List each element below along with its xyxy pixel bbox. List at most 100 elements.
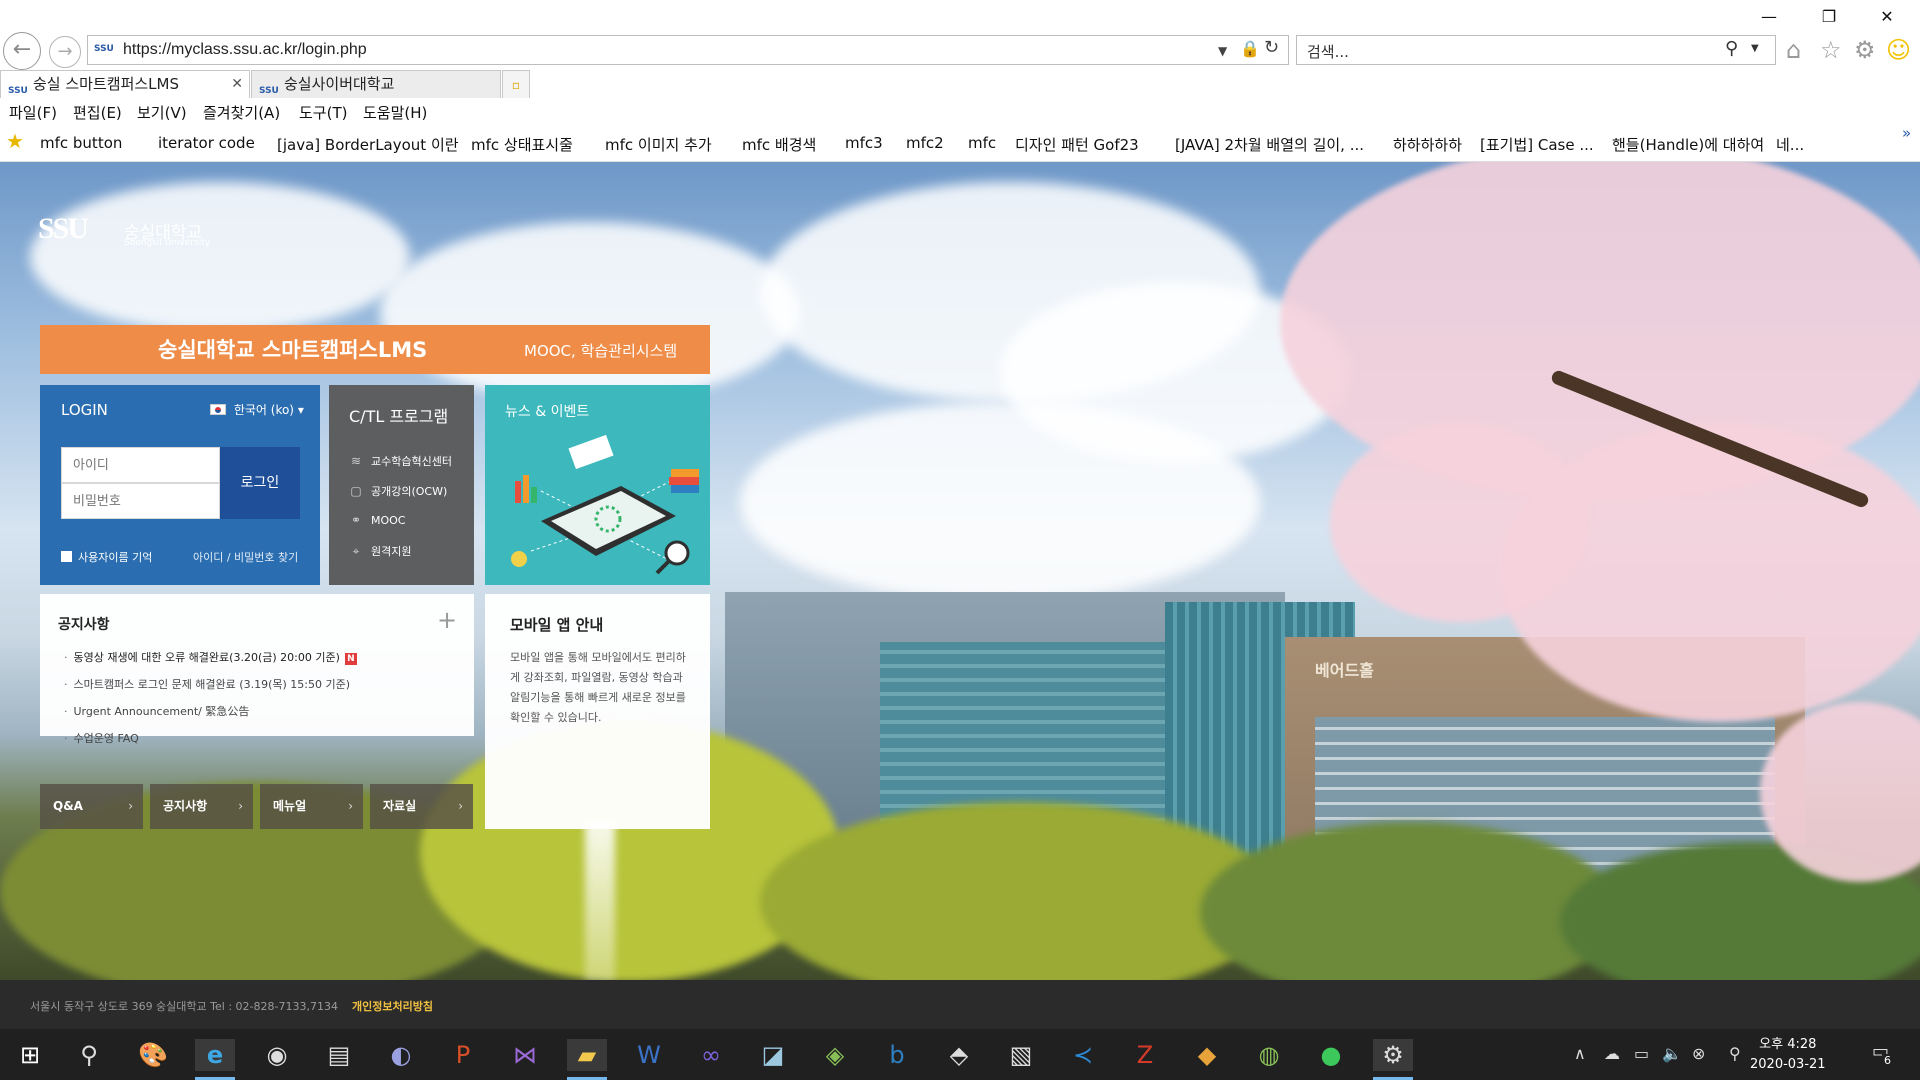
restore-button[interactable]: ❐ <box>1806 6 1852 28</box>
notice-item[interactable]: · 수업운영 FAQ <box>64 730 139 746</box>
internet-explorer-icon[interactable]: e <box>195 1039 235 1080</box>
fav-item[interactable]: mfc button <box>40 134 122 152</box>
notes-app-icon[interactable]: ◪ <box>753 1039 793 1071</box>
password-input[interactable] <box>61 483 220 519</box>
tab-lms[interactable]: SSU 숭실 스마트캠퍼스LMS ✕ <box>0 70 250 98</box>
menu-help[interactable]: 도움말(H) <box>363 102 427 123</box>
qna-button[interactable]: Q&A › <box>40 784 143 829</box>
input-method-icon[interactable]: ⚲ <box>1729 1044 1741 1063</box>
tab-cyber[interactable]: SSU 숭실사이버대학교 <box>251 70 501 98</box>
fav-item[interactable]: [java] BorderLayout 이란 <box>277 134 459 155</box>
privacy-policy-link[interactable]: 개인정보처리방침 <box>352 998 433 1014</box>
tablet-illustration <box>511 434 699 575</box>
minimize-button[interactable]: — <box>1746 6 1792 28</box>
turtle-app-icon[interactable]: ◍ <box>1249 1039 1289 1071</box>
news-events-panel[interactable]: 뉴스 & 이벤트 <box>485 385 710 585</box>
settings-app-icon[interactable]: ⚙ <box>1373 1039 1413 1080</box>
cloud-icon[interactable]: ☁ <box>1604 1044 1620 1063</box>
battery-icon[interactable]: ▭ <box>1634 1044 1649 1063</box>
dropdown-arrow-icon[interactable]: ▼ <box>1218 44 1227 58</box>
fav-item[interactable]: 핸들(Handle)에 대하여 <box>1612 134 1764 155</box>
fav-item[interactable]: iterator code <box>158 134 255 152</box>
language-select[interactable]: 한국어 (ko) ▾ <box>210 401 304 418</box>
ctl-item-center[interactable]: ≋ 교수학습혁신센터 <box>349 453 452 469</box>
search-icon[interactable]: ⚲ <box>1725 38 1738 59</box>
home-icon[interactable]: ⌂ <box>1786 36 1801 64</box>
fav-item[interactable]: mfc2 <box>906 134 944 152</box>
archive-button[interactable]: 자료실 › <box>370 784 473 829</box>
mobile-app-panel[interactable]: 모바일 앱 안내 모바일 앱을 통해 모바일에서도 편리하게 강좌조회, 파일열… <box>485 594 710 829</box>
find-account-link[interactable]: 아이디 / 비밀번호 찾기 <box>193 549 298 565</box>
forward-button[interactable]: → <box>49 36 81 68</box>
settings-gear-icon[interactable]: ⚙ <box>1854 36 1876 64</box>
manual-button[interactable]: 메뉴얼 › <box>260 784 363 829</box>
tab-close-icon[interactable]: ✕ <box>231 71 243 97</box>
fav-item[interactable]: 디자인 패턴 Gof23 <box>1015 134 1139 155</box>
menu-file[interactable]: 파일(F) <box>9 102 57 123</box>
fav-item[interactable]: mfc 상태표시줄 <box>471 134 573 155</box>
volume-icon[interactable]: 🔈 <box>1662 1044 1682 1063</box>
search-dropdown-icon[interactable]: ▼ <box>1751 43 1759 54</box>
arduino-icon[interactable]: ∞ <box>691 1039 731 1071</box>
chevron-up-icon[interactable]: ∧ <box>1574 1044 1586 1063</box>
favorites-star-icon[interactable]: ★ <box>6 129 24 153</box>
start-windows-icon[interactable]: ⊞ <box>10 1039 50 1071</box>
file-explorer-icon[interactable]: ▰ <box>567 1039 607 1080</box>
smiley-feedback-icon[interactable]: ☺ <box>1886 36 1911 64</box>
fav-item[interactable]: 네... <box>1776 134 1804 155</box>
menu-view[interactable]: 보기(V) <box>137 102 187 123</box>
menu-favorites[interactable]: 즐겨찾기(A) <box>203 102 280 123</box>
fav-item[interactable]: 하하하하하 <box>1393 134 1462 155</box>
search-input[interactable]: 검색... <box>1307 41 1349 62</box>
document-app-icon[interactable]: ▧ <box>1001 1039 1041 1071</box>
search-icon[interactable]: ⚲ <box>69 1039 109 1071</box>
login-button[interactable]: 로그인 <box>220 447 300 519</box>
more-favorites-icon[interactable]: » <box>1902 124 1911 142</box>
username-input[interactable] <box>61 447 220 483</box>
filezilla-icon[interactable]: Z <box>1125 1039 1165 1071</box>
notice-item[interactable]: · 동영상 재생에 대한 오류 해결완료(3.20(금) 20:00 기준) N <box>64 649 357 665</box>
fav-item[interactable]: mfc <box>968 134 996 152</box>
menu-tools[interactable]: 도구(T) <box>299 102 347 123</box>
fav-item[interactable]: [표기법] Case ... <box>1480 134 1594 155</box>
checkbox-icon[interactable] <box>61 551 72 562</box>
git-icon[interactable]: ◆ <box>1187 1039 1227 1071</box>
android-studio-icon[interactable]: ◈ <box>815 1039 855 1071</box>
new-tab-button[interactable]: ▫ <box>502 70 530 98</box>
ctl-item-mooc[interactable]: ⚭ MOOC <box>349 513 406 527</box>
vscode-icon[interactable]: ≺ <box>1063 1039 1103 1071</box>
fav-item[interactable]: mfc 이미지 추가 <box>605 134 712 155</box>
lock-icon[interactable]: 🔒 <box>1240 39 1260 58</box>
notice-button[interactable]: 공지사항 › <box>150 784 253 829</box>
taskbar-clock[interactable]: 오후 4:28 2020-03-21 <box>1750 1035 1826 1075</box>
word-icon[interactable]: W <box>629 1039 669 1071</box>
ctl-item-ocw[interactable]: ▢ 공개강의(OCW) <box>349 483 447 499</box>
plus-icon[interactable]: + <box>437 606 457 634</box>
fav-item[interactable]: [JAVA] 2차월 배열의 길이, ... <box>1175 134 1364 155</box>
notice-item[interactable]: · 스마트캠퍼스 로그인 문제 해결완료 (3.19(목) 15:50 기준) <box>64 676 350 692</box>
refresh-icon[interactable]: ↻ <box>1264 37 1279 58</box>
powerpoint-icon[interactable]: P <box>443 1039 483 1071</box>
back-button[interactable]: ← <box>3 32 41 70</box>
visual-studio-icon[interactable]: ⋈ <box>505 1039 545 1071</box>
green-app-icon[interactable]: ● <box>1311 1039 1351 1071</box>
fav-item[interactable]: mfc 배경색 <box>742 134 816 155</box>
eclipse-icon[interactable]: ◐ <box>381 1039 421 1071</box>
notice-item[interactable]: · Urgent Announcement/ 緊急公告 <box>64 703 249 719</box>
chrome-icon[interactable]: ◉ <box>257 1039 297 1071</box>
university-logo[interactable]: SSU 숭실대학교 Soongsil University <box>38 212 210 248</box>
python-icon[interactable]: ⬘ <box>939 1039 979 1071</box>
url-text[interactable]: https://myclass.ssu.ac.kr/login.php <box>123 41 367 59</box>
paint-icon[interactable]: 🎨 <box>133 1039 173 1071</box>
remember-username-checkbox[interactable]: 사용자이름 기억 <box>61 549 152 565</box>
network-disconnected-icon[interactable]: ⊗ <box>1692 1044 1705 1063</box>
fav-item[interactable]: mfc3 <box>845 134 883 152</box>
close-button[interactable]: ✕ <box>1864 6 1910 28</box>
menu-edit[interactable]: 편집(E) <box>73 102 122 123</box>
favorites-star-icon[interactable]: ☆ <box>1820 36 1842 64</box>
bing-icon[interactable]: b <box>877 1039 917 1071</box>
address-bar[interactable]: SSU https://myclass.ssu.ac.kr/login.php … <box>87 35 1289 65</box>
terminal-icon[interactable]: ▤ <box>319 1039 359 1071</box>
search-box[interactable]: 검색... ⚲ ▼ <box>1296 35 1776 65</box>
ctl-item-remote[interactable]: ⌖ 원격지원 <box>349 543 412 559</box>
